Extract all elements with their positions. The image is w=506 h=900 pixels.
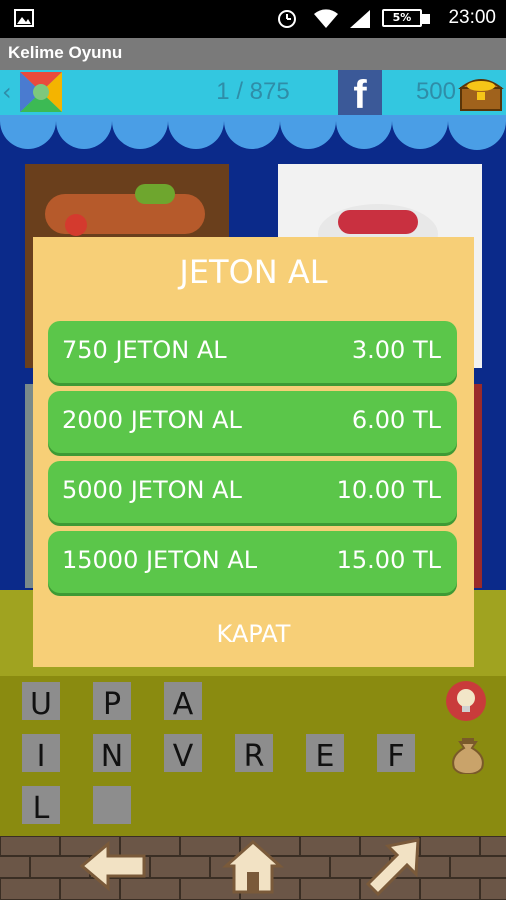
offer-button-15000[interactable]: 15000 JETON AL 15.00 TL	[48, 531, 457, 593]
offer-price: 10.00 TL	[336, 476, 441, 504]
offer-button-5000[interactable]: 5000 JETON AL 10.00 TL	[48, 461, 457, 523]
offer-price: 15.00 TL	[336, 546, 441, 574]
dialog-title: JETON AL	[179, 253, 328, 291]
offer-label: 15000 JETON AL	[62, 546, 258, 574]
offer-label: 750 JETON AL	[62, 336, 227, 364]
close-button[interactable]: KAPAT	[33, 620, 474, 648]
offer-label: 5000 JETON AL	[62, 476, 242, 504]
offer-price: 3.00 TL	[351, 336, 441, 364]
buy-coins-dialog: JETON AL 750 JETON AL 3.00 TL 2000 JETON…	[33, 237, 474, 667]
offer-button-750[interactable]: 750 JETON AL 3.00 TL	[48, 321, 457, 383]
offer-button-2000[interactable]: 2000 JETON AL 6.00 TL	[48, 391, 457, 453]
offer-price: 6.00 TL	[351, 406, 441, 434]
offer-label: 2000 JETON AL	[62, 406, 242, 434]
